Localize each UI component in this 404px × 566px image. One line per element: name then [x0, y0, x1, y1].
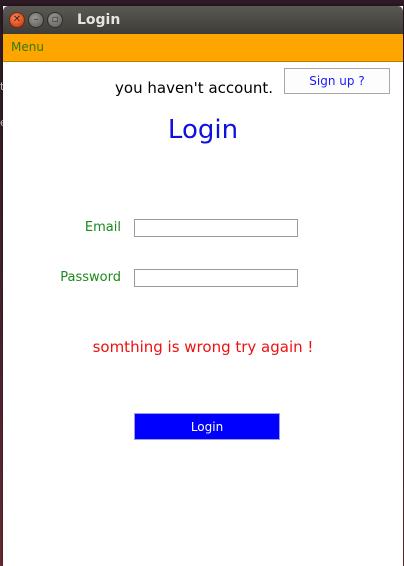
error-message: somthing is wrong try again !	[92, 338, 314, 356]
menu-item-menu[interactable]: Menu	[11, 40, 44, 54]
no-account-text: you haven't account.	[115, 79, 273, 97]
window-title: Login	[77, 12, 121, 28]
signup-button[interactable]: Sign up ?	[284, 68, 390, 94]
page-title: Login	[167, 115, 239, 145]
email-field[interactable]	[134, 219, 298, 237]
menu-bar: Menu	[3, 34, 403, 62]
login-window: ✕ – ▫ Login Menu you haven't account. Si…	[3, 6, 403, 566]
window-titlebar[interactable]: ✕ – ▫ Login	[3, 6, 403, 34]
maximize-icon[interactable]: ▫	[47, 12, 63, 28]
login-button[interactable]: Login	[134, 413, 280, 440]
email-label: Email	[84, 220, 121, 235]
password-label: Password	[60, 270, 121, 285]
minimize-icon[interactable]: –	[28, 12, 44, 28]
close-icon[interactable]: ✕	[9, 12, 25, 28]
password-field[interactable]	[134, 269, 298, 287]
login-panel: you haven't account. Sign up ? Login Ema…	[3, 62, 403, 566]
